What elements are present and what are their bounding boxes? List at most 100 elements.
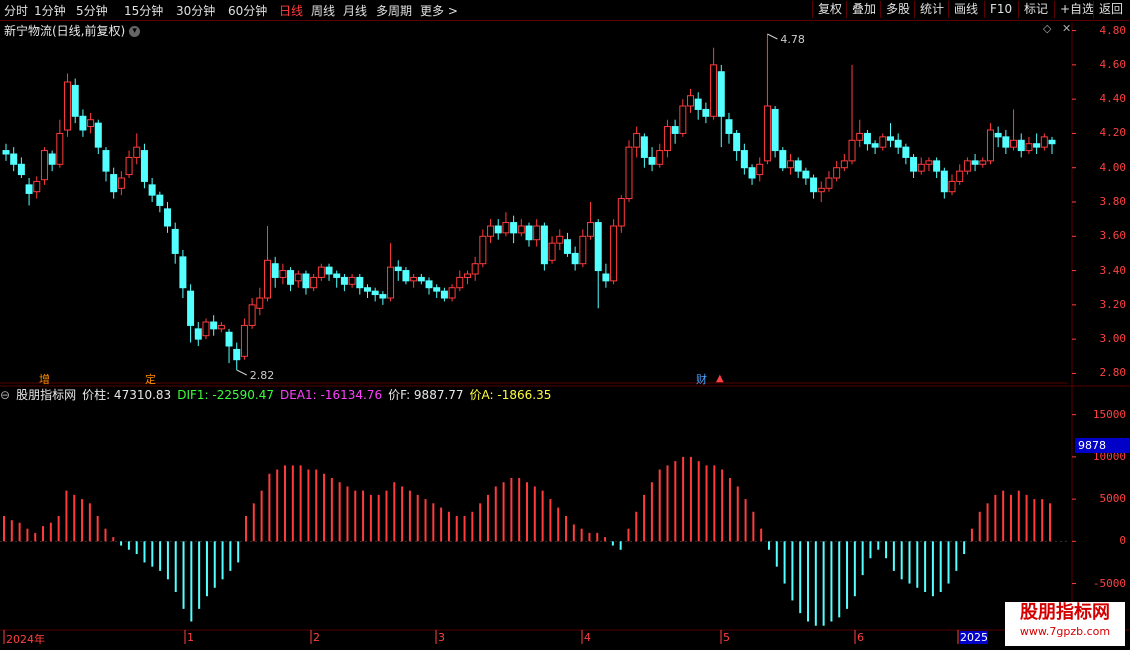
candle-body — [48, 153, 56, 165]
candle-body — [1017, 139, 1025, 152]
candle-body — [1040, 136, 1048, 148]
candle-body — [687, 95, 695, 107]
candle-body — [171, 228, 179, 254]
candle-body — [56, 132, 64, 165]
candle-body — [302, 273, 310, 289]
low-pointer — [236, 369, 247, 376]
date-label: 2025 — [960, 631, 988, 644]
candle-body — [240, 324, 248, 357]
candle-body — [25, 184, 33, 194]
candle-body — [179, 256, 187, 289]
watermark-url: www.7gpzb.com — [1019, 625, 1111, 638]
candle-body — [133, 146, 141, 158]
candle-body — [848, 139, 856, 162]
macd-axis-label: 0 — [1119, 534, 1126, 548]
event-tag-cai[interactable]: 财 — [694, 371, 709, 387]
candle-body — [556, 235, 564, 244]
candle-body — [248, 304, 256, 326]
candle-body — [110, 174, 118, 193]
candle-body — [863, 132, 871, 145]
candle-body — [933, 160, 941, 172]
candle-body — [264, 259, 271, 299]
indicator-value-0: 价柱: 47310.83 — [82, 388, 172, 402]
candle-body — [233, 348, 241, 361]
candle-body — [333, 273, 341, 278]
candle-body — [525, 225, 533, 241]
candle-body — [433, 287, 441, 292]
candle-body — [140, 150, 148, 182]
candle-body — [825, 177, 833, 189]
candle-body — [10, 153, 18, 165]
price-axis-label: 4.80 — [1099, 23, 1127, 37]
candle-body — [917, 163, 925, 172]
candle-body — [410, 276, 418, 282]
candle-body — [817, 187, 825, 193]
candle-body — [602, 273, 610, 282]
candle-body — [656, 150, 664, 165]
candle-body — [763, 105, 771, 162]
macd-axis-label: -5000 — [1092, 576, 1126, 590]
candle-body — [148, 184, 156, 196]
high-pointer — [767, 33, 778, 40]
candle-body — [71, 84, 79, 117]
candle-body — [310, 276, 318, 289]
candle-body — [810, 177, 818, 193]
price-axis-label: 4.20 — [1099, 126, 1127, 140]
candle-body — [994, 132, 1002, 138]
candle-body — [471, 263, 479, 275]
candle-body — [587, 222, 595, 237]
indicator-name[interactable]: 股朋指标网 — [16, 388, 76, 402]
candle-body — [879, 136, 887, 148]
candle-body — [910, 156, 918, 172]
candle-body — [317, 266, 325, 278]
macd-axis-label: 5000 — [1099, 492, 1127, 506]
date-label: 6 — [857, 631, 864, 644]
candle-body — [833, 167, 841, 179]
candle-body — [340, 276, 348, 285]
candle-body — [840, 160, 848, 169]
candle-body — [948, 180, 956, 193]
date-label: 5 — [723, 631, 730, 644]
event-tag-ding[interactable]: 定 — [143, 371, 158, 387]
candle-body — [594, 222, 602, 272]
candle-body — [756, 163, 764, 176]
candle-body — [1033, 143, 1041, 148]
candle-body — [940, 170, 948, 193]
candle-body — [956, 170, 964, 182]
candle-body — [271, 263, 279, 278]
candle-body — [87, 119, 95, 128]
candle-body — [94, 122, 102, 148]
event-tag-zeng[interactable]: 增 — [37, 371, 52, 387]
candle-body — [648, 156, 656, 165]
candle-body — [502, 222, 510, 234]
date-label: 4 — [584, 631, 591, 644]
candle-body — [533, 225, 541, 241]
candle-body — [456, 276, 464, 289]
candle-body — [1048, 139, 1056, 145]
candle-body — [717, 71, 725, 117]
candle-body — [925, 160, 933, 165]
price-axis-label: 3.60 — [1099, 229, 1127, 243]
candle-body — [287, 270, 295, 285]
date-label: 2024年 — [6, 633, 45, 646]
candle-body — [371, 290, 379, 296]
candle-body — [548, 242, 556, 261]
candle-body — [448, 287, 456, 299]
collapse-icon[interactable]: ⊖ — [0, 388, 10, 402]
candle-body — [79, 115, 87, 131]
kline-chart[interactable]: 4.78 2.82 — [0, 0, 1130, 650]
high-annotation: 4.78 — [780, 33, 805, 46]
candle-body — [979, 160, 987, 165]
candle-body — [217, 324, 225, 330]
candle-body — [194, 328, 202, 340]
candle-body — [187, 290, 195, 326]
indicator-value-3: 价F: 9887.77 — [388, 388, 464, 402]
candle-body — [17, 163, 25, 176]
candle-body — [779, 150, 787, 169]
watermark-logo: 股朋指标网 www.7gpzb.com — [1005, 602, 1125, 646]
candle-body — [394, 266, 402, 272]
candle-body — [487, 225, 495, 237]
candle-body — [740, 150, 748, 169]
candle-body — [117, 177, 125, 189]
candle-body — [40, 150, 48, 181]
